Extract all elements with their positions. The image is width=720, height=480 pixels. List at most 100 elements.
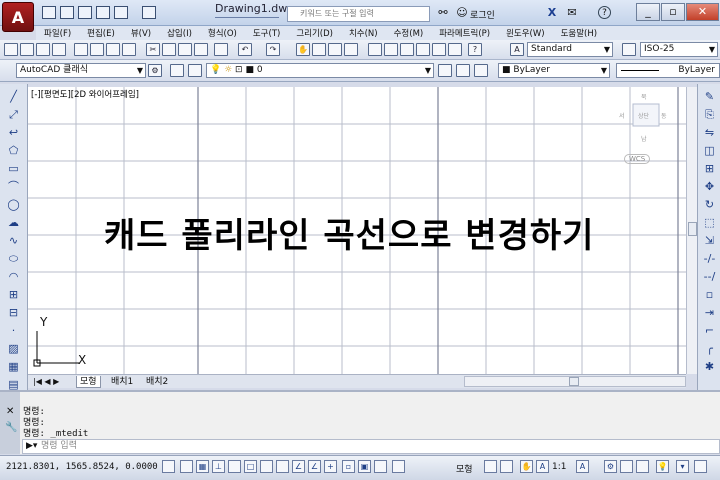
ellipse-icon[interactable]: ⬭ — [6, 252, 21, 266]
dynamic-ucs-icon[interactable]: ∠ — [292, 460, 305, 473]
fillet-icon[interactable]: ╭ — [702, 342, 717, 356]
paste-icon[interactable] — [178, 43, 192, 56]
erase-icon[interactable]: ✎ — [702, 90, 717, 104]
3d-print-icon[interactable] — [122, 43, 136, 56]
point-icon[interactable]: · — [6, 324, 21, 338]
clean-screen-icon[interactable] — [694, 460, 707, 473]
rotate-icon[interactable]: ↻ — [702, 198, 717, 212]
save-toolbar-icon[interactable] — [36, 43, 50, 56]
text-style-icon[interactable]: A — [510, 43, 524, 56]
isolate-objects-icon[interactable]: 💡 — [656, 460, 669, 473]
quick-view-drawings-icon[interactable] — [500, 460, 513, 473]
workspace-select[interactable]: AutoCAD 클래식 ▼ — [16, 63, 146, 78]
viewport-controls-label[interactable]: [-][평면도][2D 와이어프레임] — [31, 88, 139, 100]
annotation-scale-value[interactable]: 1:1 — [552, 462, 566, 472]
status-menu-icon[interactable]: ▾ — [676, 460, 689, 473]
command-close-icon[interactable]: ✕ — [6, 406, 14, 417]
new-icon[interactable] — [4, 43, 18, 56]
save-icon[interactable] — [78, 6, 92, 19]
open-icon[interactable] — [20, 43, 34, 56]
sheet-set-icon[interactable] — [416, 43, 430, 56]
rectangle-icon[interactable]: ▭ — [6, 162, 21, 176]
application-menu-button[interactable]: A — [2, 2, 34, 32]
cart-icon[interactable]: ✉ — [565, 6, 579, 20]
zoom-realtime-icon[interactable] — [312, 43, 326, 56]
pan-icon[interactable]: ✋ — [296, 43, 310, 56]
hardware-accel-icon[interactable] — [636, 460, 649, 473]
construction-line-icon[interactable]: ⤢ — [6, 108, 21, 122]
mirror-icon[interactable]: ⇋ — [702, 126, 717, 140]
selection-cycling-icon[interactable] — [374, 460, 387, 473]
new-file-icon[interactable] — [42, 6, 56, 19]
tab-layout2[interactable]: 배치2 — [143, 376, 171, 388]
copy-icon[interactable] — [162, 43, 176, 56]
horizontal-scroll-thumb[interactable] — [569, 377, 579, 386]
chamfer-icon[interactable]: ⌐ — [702, 324, 717, 338]
stretch-icon[interactable]: ⇲ — [702, 234, 717, 248]
circle-icon[interactable]: ◯ — [6, 198, 21, 212]
menu-dimension[interactable]: 치수(N) — [341, 26, 386, 40]
text-style-select[interactable]: Standard ▼ — [527, 42, 613, 57]
line-icon[interactable]: ╱ — [6, 90, 21, 104]
menu-help[interactable]: 도움말(H) — [553, 26, 605, 40]
save-as-icon[interactable] — [96, 6, 110, 19]
snap-mode-icon[interactable] — [180, 460, 193, 473]
workspace-switch-icon[interactable]: ⚙ — [604, 460, 617, 473]
tab-model[interactable]: 모형 — [76, 376, 101, 388]
match-properties-icon[interactable] — [194, 43, 208, 56]
grid-display-icon[interactable]: ▦ — [196, 460, 209, 473]
menu-parametric[interactable]: 파라메트릭(P) — [431, 26, 498, 40]
workspace-settings-icon[interactable]: ⚙ — [148, 64, 162, 77]
annotation-scale-icon[interactable]: A — [536, 460, 549, 473]
join-icon[interactable]: ⇥ — [702, 306, 717, 320]
ellipse-arc-icon[interactable]: ◠ — [6, 270, 21, 284]
arc-icon[interactable]: ⌒ — [6, 180, 21, 194]
scale-icon[interactable]: ⬚ — [702, 216, 717, 230]
print-icon[interactable] — [142, 6, 156, 19]
quickcalc-icon[interactable] — [448, 43, 462, 56]
dim-style-icon[interactable] — [622, 43, 636, 56]
offset-icon[interactable]: ◫ — [702, 144, 717, 158]
3d-osnap-icon[interactable] — [260, 460, 273, 473]
otrack-icon[interactable] — [276, 460, 289, 473]
plot-preview-icon[interactable] — [114, 6, 128, 19]
trim-icon[interactable]: -/- — [702, 252, 717, 266]
dynamic-input-icon[interactable]: ∠ — [308, 460, 321, 473]
polyline-icon[interactable]: ↩ — [6, 126, 21, 140]
transparency-icon[interactable]: ▫ — [342, 460, 355, 473]
linetype-select[interactable]: ByLayer — [616, 63, 720, 78]
quick-view-layouts-icon[interactable] — [484, 460, 497, 473]
spline-icon[interactable]: ∿ — [6, 234, 21, 248]
vertical-scrollbar[interactable] — [686, 87, 697, 374]
polar-tracking-icon[interactable] — [228, 460, 241, 473]
command-input-field[interactable]: ▶▾ 명령 입력 — [22, 439, 720, 454]
lock-ui-icon[interactable] — [620, 460, 633, 473]
search-input[interactable]: 키워드 또는 구절 입력 — [287, 6, 430, 22]
layer-iso-icon[interactable] — [474, 64, 488, 77]
gradient-icon[interactable]: ▦ — [6, 360, 21, 374]
exchange-icon[interactable]: X — [545, 6, 559, 20]
layer-properties-icon[interactable] — [170, 64, 184, 77]
undo-icon[interactable]: ↶ — [238, 43, 252, 56]
markup-icon[interactable] — [432, 43, 446, 56]
layer-select[interactable]: 💡 ☼ ⊡ ■ 0 ▼ — [206, 63, 434, 78]
revcloud-icon[interactable]: ☁ — [6, 216, 21, 230]
help-icon[interactable]: ? — [598, 6, 611, 19]
menu-insert[interactable]: 삽입(I) — [159, 26, 200, 40]
extend-icon[interactable]: --/ — [702, 270, 717, 284]
pan-status-icon[interactable]: ✋ — [520, 460, 533, 473]
coordinate-display[interactable]: 2121.8301, 1565.8524, 0.0000 — [6, 462, 158, 472]
close-button[interactable]: ✕ — [686, 3, 719, 21]
publish-icon[interactable] — [106, 43, 120, 56]
menu-file[interactable]: 파일(F) — [36, 26, 79, 40]
minimize-button[interactable]: _ — [636, 3, 660, 21]
menu-window[interactable]: 윈도우(W) — [498, 26, 553, 40]
menu-view[interactable]: 뷰(V) — [123, 26, 159, 40]
properties-icon[interactable] — [368, 43, 382, 56]
polygon-icon[interactable]: ⬠ — [6, 144, 21, 158]
tool-palettes-icon[interactable] — [400, 43, 414, 56]
vertical-scroll-thumb[interactable] — [688, 222, 697, 236]
help-toolbar-icon[interactable]: ? — [468, 43, 482, 56]
wcs-menu[interactable]: WCS — [624, 154, 651, 164]
open-file-icon[interactable] — [60, 6, 74, 19]
